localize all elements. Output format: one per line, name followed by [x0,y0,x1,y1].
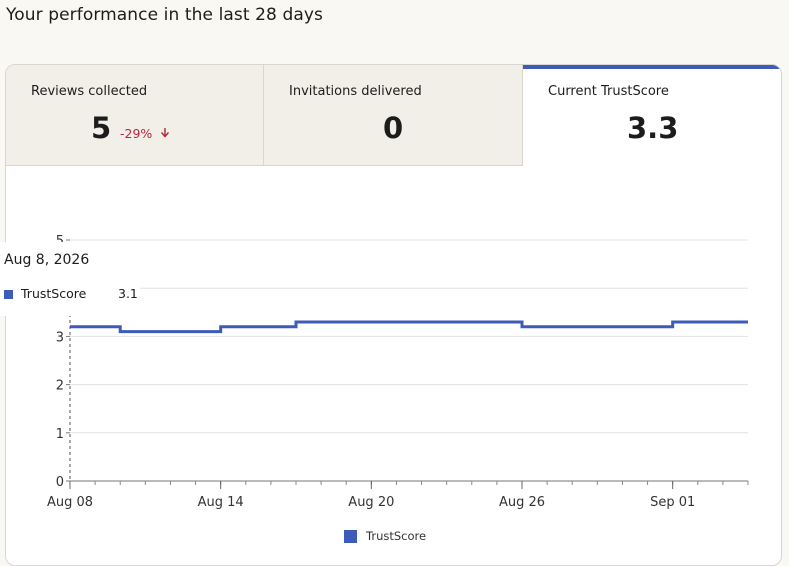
y-tick-label: 1 [56,427,64,442]
y-tick-label: 0 [56,475,64,490]
x-tick-label: Aug 20 [348,495,394,510]
x-tick-label: Aug 08 [47,495,93,510]
series-line-trustscore [70,320,748,334]
x-tick-label: Sep 01 [650,495,695,510]
y-tick-label: 3 [56,330,64,345]
tooltip-series-swatch [4,290,13,299]
x-tick-label: Aug 14 [198,495,244,510]
y-tick-label: 2 [56,379,64,394]
x-tick-label: Aug 26 [499,495,545,510]
legend-swatch [344,530,357,543]
tooltip-series-name: TrustScore [21,286,87,301]
chart-tooltip: Aug 8, 2026 TrustScore 3.1 [0,242,140,316]
tooltip-date: Aug 8, 2026 [4,252,90,268]
legend-label: TrustScore [366,529,427,543]
tooltip-value: 3.1 [118,286,138,301]
